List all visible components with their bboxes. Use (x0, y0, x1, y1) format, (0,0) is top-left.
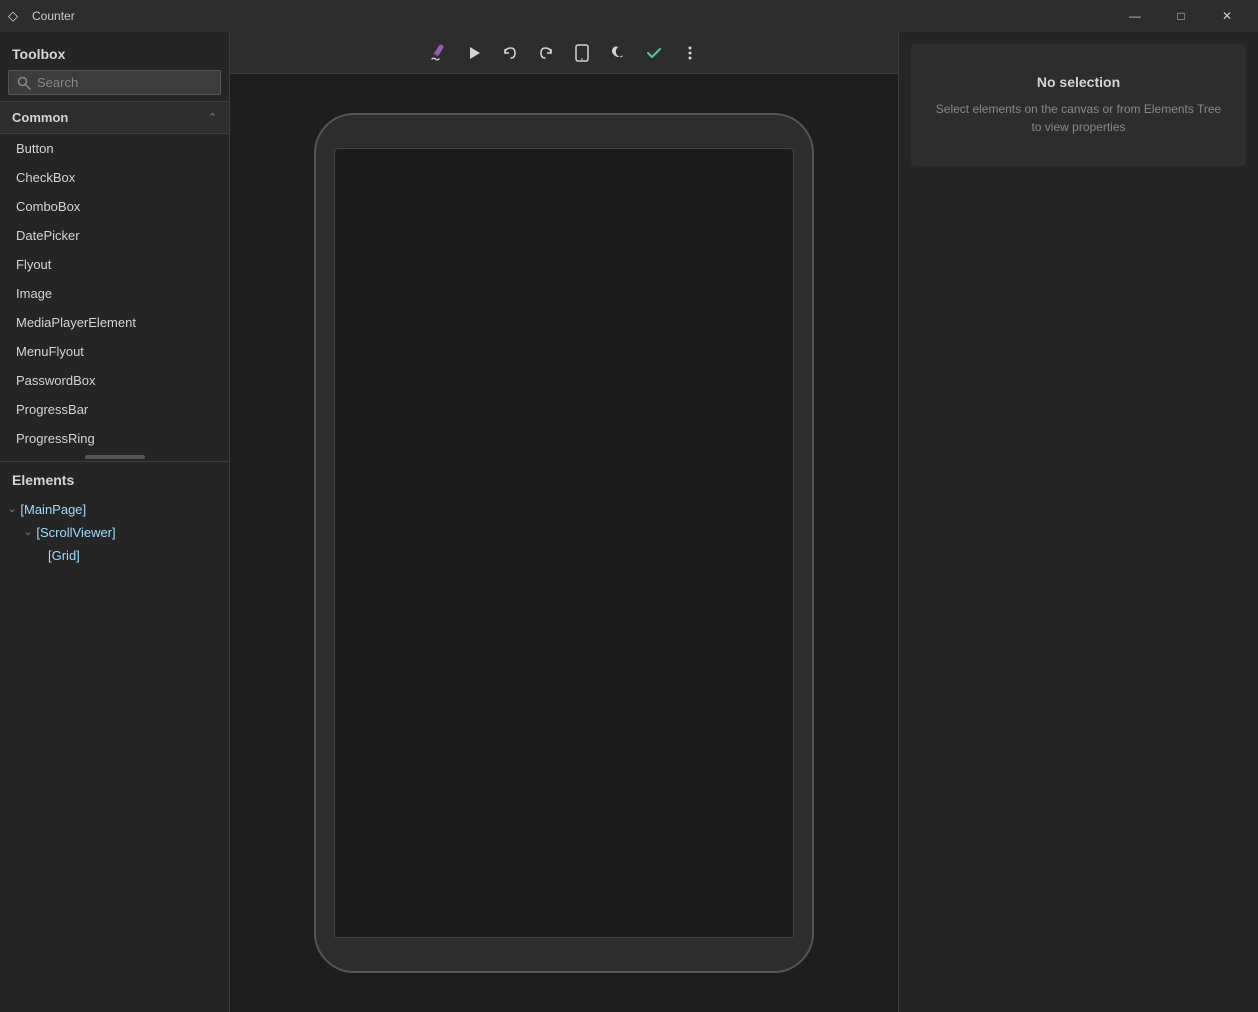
toolbox-item[interactable]: ComboBox (0, 192, 229, 221)
common-label: Common (12, 110, 68, 125)
titlebar-controls: — □ ✕ (1112, 0, 1250, 32)
scroll-indicator (85, 455, 145, 459)
search-icon (17, 76, 31, 90)
minimize-button[interactable]: — (1112, 0, 1158, 32)
titlebar-left: ◇ Counter (8, 8, 75, 24)
properties-panel: No selection Select elements on the canv… (898, 32, 1258, 1012)
toolbox-item[interactable]: PasswordBox (0, 366, 229, 395)
toolbox-item[interactable]: MenuFlyout (0, 337, 229, 366)
toolbox-item[interactable]: MediaPlayerElement (0, 308, 229, 337)
tree-item-mainpage[interactable]: ⌄ [MainPage] (0, 498, 229, 521)
paint-button[interactable] (422, 37, 454, 69)
toolbox-item[interactable]: ProgressBar (0, 395, 229, 424)
canvas-area (230, 32, 898, 1012)
more-button[interactable] (674, 37, 706, 69)
device-button[interactable] (566, 37, 598, 69)
redo-button[interactable] (530, 37, 562, 69)
toolbox-item[interactable]: Flyout (0, 250, 229, 279)
no-selection-desc: Select elements on the canvas or from El… (931, 100, 1226, 136)
toolbox-header: Toolbox (0, 32, 229, 70)
chevron-down-icon: ⌄ (8, 504, 16, 515)
toolbox-item[interactable]: Image (0, 279, 229, 308)
toolbox-item[interactable]: DatePicker (0, 221, 229, 250)
canvas-viewport[interactable] (230, 74, 898, 1012)
tree-item-label: [ScrollViewer] (36, 525, 115, 540)
tree-item-grid[interactable]: [Grid] (0, 544, 229, 567)
tree-item-scrollviewer[interactable]: ⌄ [ScrollViewer] (0, 521, 229, 544)
elements-section: Elements ⌄ [MainPage] ⌄ [ScrollViewer] [… (0, 461, 229, 1012)
chevron-down-icon: ⌄ (24, 527, 32, 538)
elements-header: Elements (0, 462, 229, 496)
app-title: Counter (32, 9, 75, 23)
no-selection-container: No selection Select elements on the canv… (911, 44, 1246, 166)
search-input[interactable] (37, 75, 212, 90)
elements-tree: ⌄ [MainPage] ⌄ [ScrollViewer] [Grid] (0, 496, 229, 1012)
app-icon: ◇ (8, 8, 24, 24)
common-section-header[interactable]: Common ⌃ (0, 101, 229, 134)
toolbox-item[interactable]: Button (0, 134, 229, 163)
toolbox-item[interactable]: CheckBox (0, 163, 229, 192)
sidebar: Toolbox Common ⌃ Button CheckBox ComboBo… (0, 32, 230, 1012)
device-screen (334, 148, 794, 938)
device-frame (314, 113, 814, 973)
check-button[interactable] (638, 37, 670, 69)
main-layout: Toolbox Common ⌃ Button CheckBox ComboBo… (0, 32, 1258, 1012)
toolbox-item[interactable]: ProgressRing (0, 424, 229, 453)
undo-button[interactable] (494, 37, 526, 69)
no-selection-title: No selection (931, 74, 1226, 90)
toolbox-section: Toolbox Common ⌃ Button CheckBox ComboBo… (0, 32, 229, 461)
toolbox-items-list: Button CheckBox ComboBox DatePicker Flyo… (0, 134, 229, 453)
toolbar (230, 32, 898, 74)
search-box[interactable] (8, 70, 221, 95)
tree-item-label: [MainPage] (20, 502, 86, 517)
close-button[interactable]: ✕ (1204, 0, 1250, 32)
play-button[interactable] (458, 37, 490, 69)
titlebar: ◇ Counter — □ ✕ (0, 0, 1258, 32)
tree-item-label: [Grid] (48, 548, 80, 563)
maximize-button[interactable]: □ (1158, 0, 1204, 32)
moon-button[interactable] (602, 37, 634, 69)
chevron-up-icon: ⌃ (208, 111, 217, 124)
